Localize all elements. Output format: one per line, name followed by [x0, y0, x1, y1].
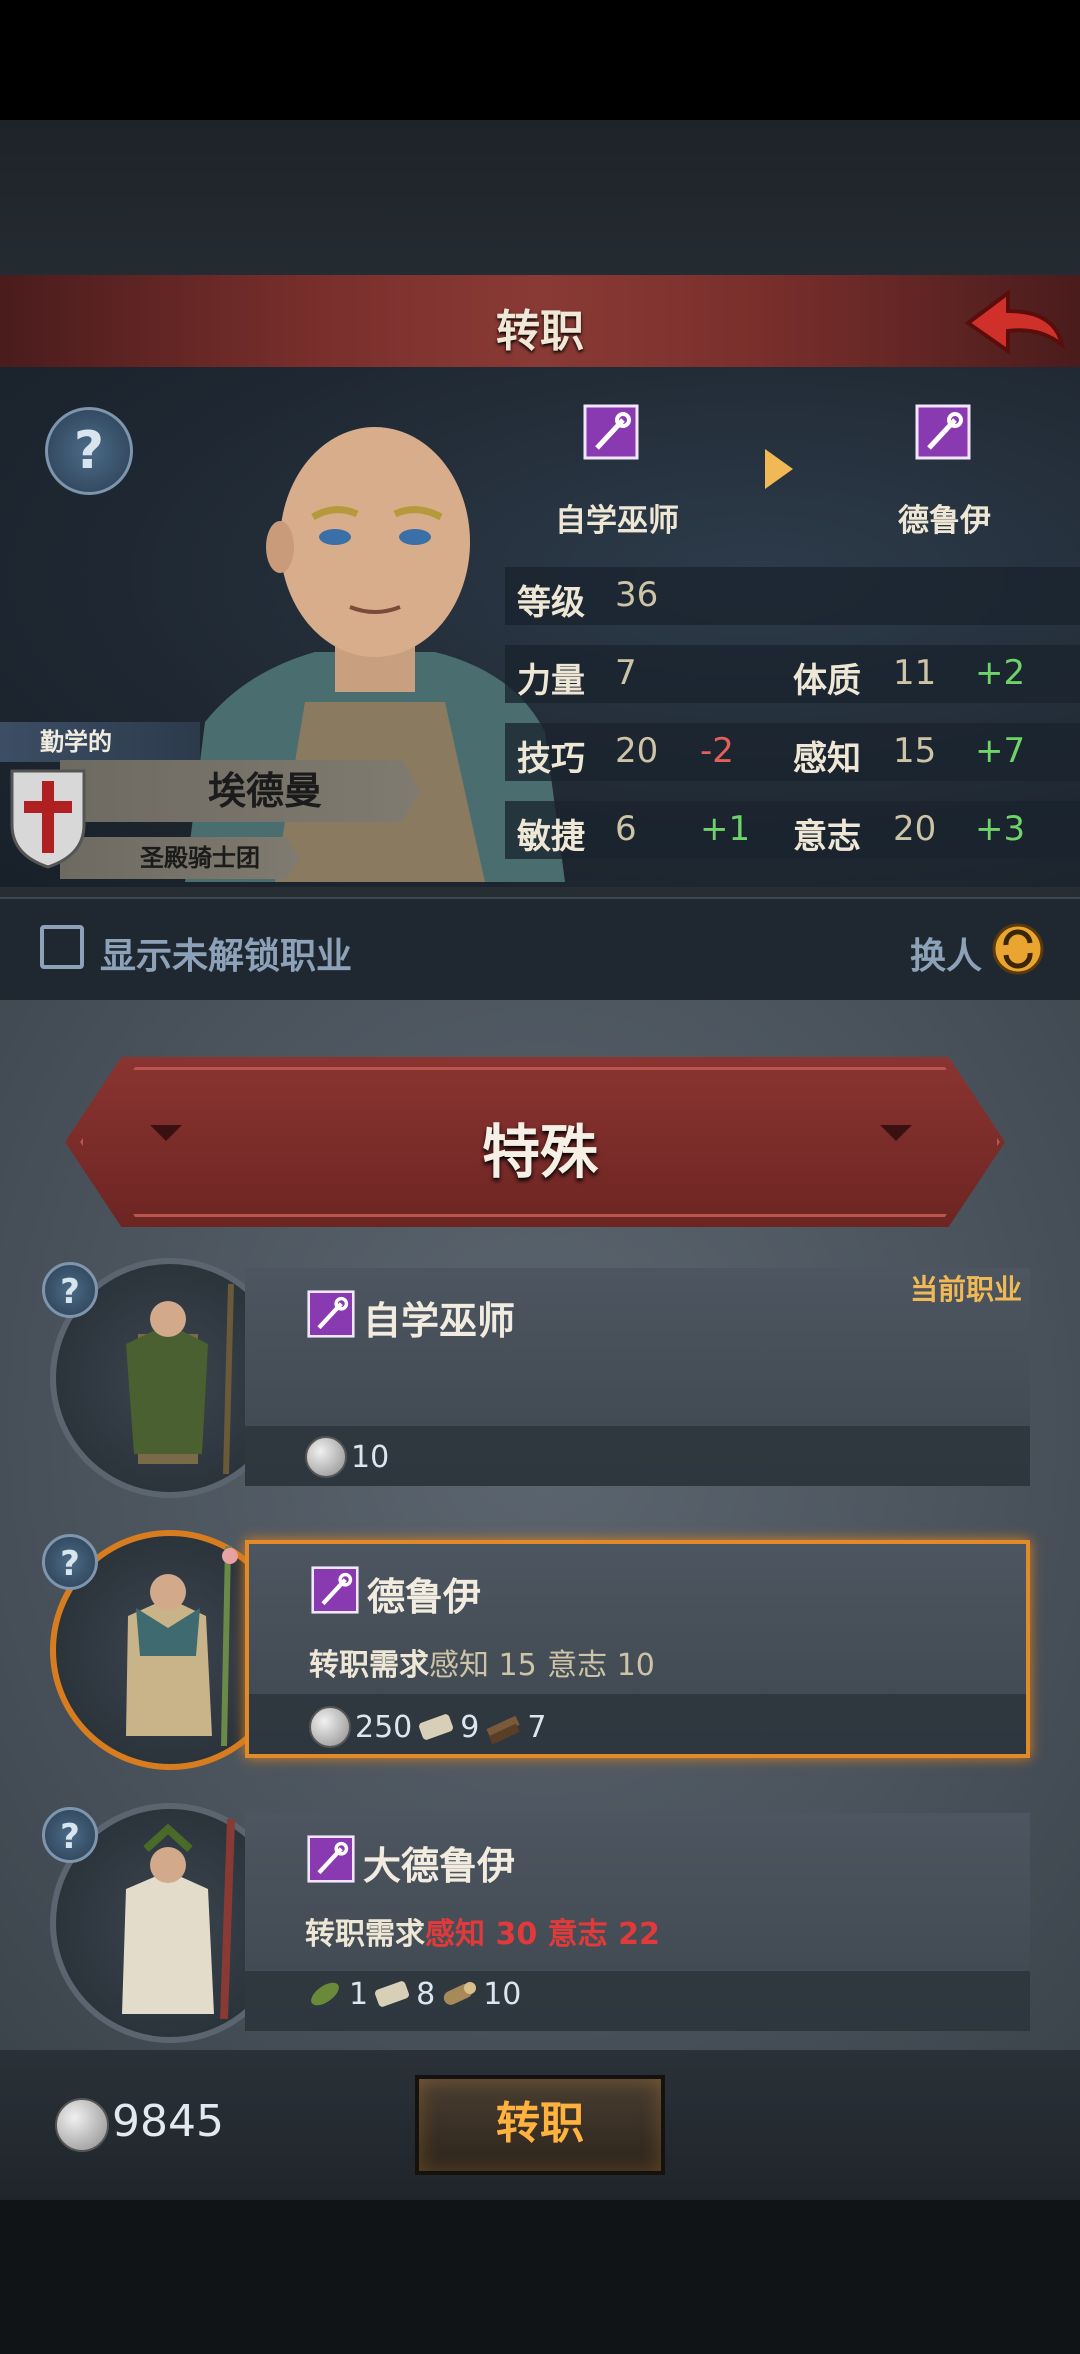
class-title: 大德鲁伊: [363, 1844, 516, 1888]
stat-delta: +2: [975, 653, 1026, 693]
requirement-row: 转职需求感知 15 意志 10: [309, 1640, 655, 1684]
scroll-count: 8: [416, 1976, 436, 2012]
level-value: 36: [615, 575, 659, 615]
back-arrow-icon[interactable]: [960, 283, 1070, 363]
requirement-value: 感知 15: [429, 1648, 537, 1683]
stat-label: 敏捷: [517, 817, 585, 857]
cost-row: 1 8 10: [305, 1975, 521, 2013]
coin-cost: 10: [351, 1439, 390, 1475]
swap-character-label[interactable]: 换人: [910, 927, 982, 979]
class-card[interactable]: 大德鲁伊 转职需求感知 30 意志 22 1 8 10: [245, 1813, 1030, 2031]
swap-icon[interactable]: [990, 921, 1046, 977]
staff-class-icon: [307, 1290, 355, 1338]
requirement-row: 转职需求感知 30 意志 22: [305, 1909, 660, 1953]
scroll-count: 9: [460, 1709, 480, 1745]
stat-value: 7: [615, 653, 637, 693]
staff-class-icon: [311, 1566, 359, 1614]
cost-row: 10: [305, 1436, 389, 1478]
log-count: 10: [483, 1976, 522, 2012]
requirement-label: 转职需求: [305, 1917, 425, 1952]
leaf-icon: [311, 1982, 339, 2006]
log-icon: [444, 1982, 477, 2005]
current-class-tag: 当前职业: [909, 1273, 1022, 1306]
stat-delta: +7: [975, 731, 1026, 771]
requirement-value-unmet: 感知 30: [425, 1917, 538, 1952]
cost-row: 250 9 7: [309, 1706, 546, 1748]
stat-label: 力量: [517, 661, 585, 701]
stat-label: 体质: [793, 661, 861, 701]
staff-class-icon: [915, 404, 971, 460]
help-icon[interactable]: ?: [42, 1807, 98, 1863]
to-class-name: 德鲁伊: [898, 503, 991, 539]
bottom-empty-area: [0, 2200, 1080, 2354]
class-title: 德鲁伊: [367, 1575, 482, 1619]
bottom-bar: 9845 转职: [0, 2050, 1080, 2200]
stat-row: 力量 7 体质 11 +2: [505, 645, 1080, 703]
shield-crest-icon: [10, 769, 86, 869]
stat-value: 20: [615, 731, 659, 771]
header-bar: 转职: [0, 275, 1080, 371]
stat-value: 6: [615, 809, 637, 849]
character-panel: ? 勤学的 埃德曼 圣殿骑士团 自学巫师 德鲁伊 等级 36 力量 7 体质 1…: [0, 367, 1080, 887]
filter-bar: 显示未解锁职业 换人: [0, 897, 1080, 1004]
requirement-value-unmet: 意志 22: [547, 1917, 660, 1952]
stat-row: 敏捷 6 +1 意志 20 +3: [505, 801, 1080, 859]
stat-delta: -2: [700, 731, 734, 771]
silver-coin-icon: [55, 2098, 109, 2152]
wood-count: 7: [527, 1709, 547, 1745]
stat-value: 20: [893, 809, 937, 849]
requirement-label: 转职需求: [309, 1648, 429, 1683]
leaf-count: 1: [349, 1976, 369, 2012]
staff-class-icon: [583, 404, 639, 460]
show-locked-label[interactable]: 显示未解锁职业: [100, 927, 352, 979]
money-amount: 9845: [112, 2096, 224, 2147]
status-bar: [0, 0, 1080, 120]
scroll-icon: [375, 1981, 410, 2007]
requirement-value: 意志 10: [547, 1648, 655, 1683]
confirm-class-change-button[interactable]: 转职: [415, 2075, 665, 2175]
category-title: 特殊: [481, 1118, 598, 1186]
silver-coin-icon: [305, 1436, 347, 1478]
help-icon[interactable]: ?: [42, 1262, 98, 1318]
staff-class-icon: [307, 1835, 355, 1883]
trait-label: 勤学的: [0, 722, 200, 762]
show-locked-checkbox[interactable]: [40, 925, 84, 969]
guild-name: 圣殿骑士团: [60, 837, 300, 879]
stat-row: 技巧 20 -2 感知 15 +7: [505, 723, 1080, 781]
from-class-name: 自学巫师: [555, 503, 679, 539]
stat-row-level: 等级 36: [505, 567, 1080, 625]
silver-coin-icon: [309, 1706, 351, 1748]
wood-planks-icon: [486, 1715, 520, 1745]
level-label: 等级: [517, 583, 585, 623]
class-card-selected[interactable]: 德鲁伊 转职需求感知 15 意志 10 250 9 7: [245, 1540, 1030, 1758]
scroll-icon: [419, 1714, 454, 1740]
stat-value: 11: [893, 653, 937, 693]
character-name: 埃德曼: [60, 760, 420, 822]
stat-label: 意志: [793, 817, 861, 857]
class-card[interactable]: 自学巫师 当前职业 10: [245, 1268, 1030, 1486]
stat-label: 感知: [793, 739, 861, 779]
stat-value: 15: [893, 731, 937, 771]
arrow-right-icon: [765, 449, 793, 489]
class-title: 自学巫师: [363, 1299, 516, 1343]
help-icon[interactable]: ?: [42, 1534, 98, 1590]
page-title: 转职: [496, 306, 584, 357]
stat-delta: +3: [975, 809, 1026, 849]
help-icon[interactable]: ?: [45, 407, 133, 495]
stat-delta: +1: [700, 809, 751, 849]
stat-label: 技巧: [517, 739, 585, 779]
coin-cost: 250: [355, 1709, 413, 1745]
